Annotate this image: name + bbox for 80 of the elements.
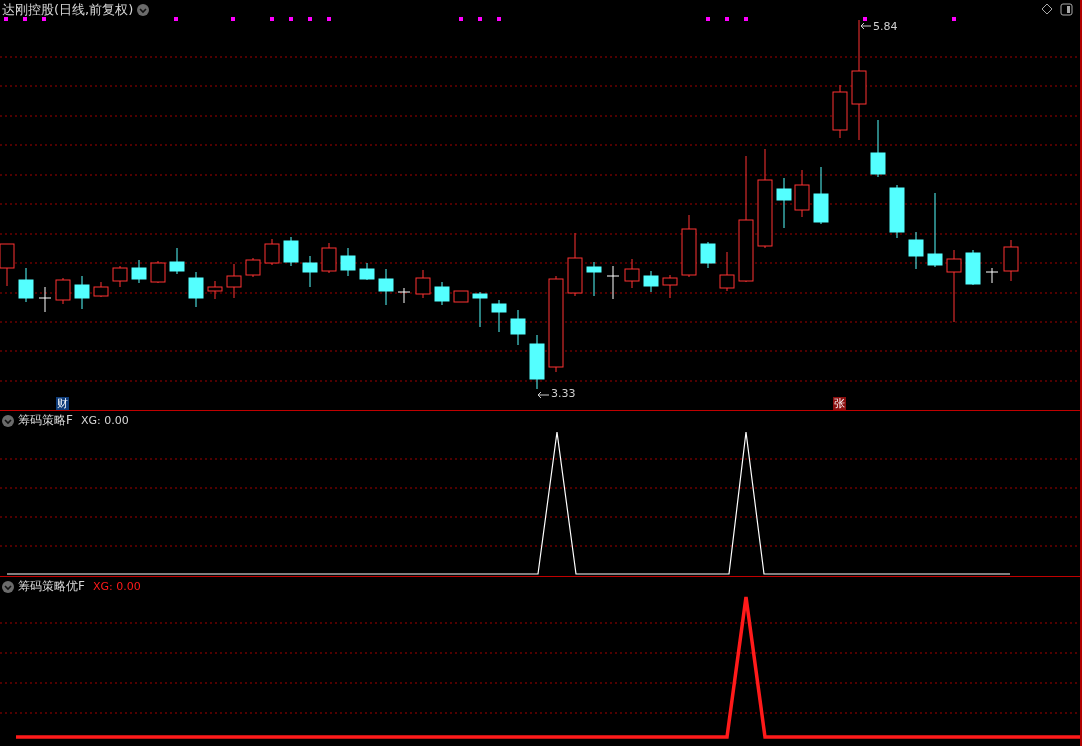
signal-marker [289,17,293,21]
signal-marker [952,17,956,21]
indicator-name: 筹码策略优F [18,579,85,594]
candlestick [529,334,545,390]
candlestick [681,214,697,278]
signal-marker [308,17,312,21]
leader-line [860,22,872,30]
candlestick [378,268,394,306]
candlestick [624,258,640,289]
event-badge[interactable]: 财 [56,397,69,410]
signal-marker [459,17,463,21]
candlestick [245,257,261,278]
diamond-icon[interactable] [1041,3,1053,15]
candlestick [965,249,981,286]
candlestick [264,238,280,266]
candlestick [74,275,90,310]
candlestick [453,290,469,303]
signal-marker [231,17,235,21]
candlestick [18,267,34,303]
candlestick [131,259,147,284]
signal-marker [725,17,729,21]
chart-title: 达刚控股(日线,前复权) [2,2,134,18]
candlestick [397,287,411,304]
candlestick [586,261,602,297]
signal-marker [706,17,710,21]
candlestick [794,169,810,218]
signal-marker [270,17,274,21]
price-label: 5.84 [873,20,898,33]
candlestick [832,84,848,139]
indicator-name: 筹码策略F [18,413,73,428]
candlestick [472,291,488,328]
signal-marker [327,17,331,21]
candlestick [567,232,583,297]
candlestick [434,281,450,306]
candlestick [207,280,223,300]
signal-marker [478,17,482,21]
leader-line [537,391,550,399]
candlestick [226,263,242,299]
candlestick [491,299,507,333]
candlestick [188,271,204,308]
candlestick [321,242,337,274]
candlestick [719,251,735,292]
candlestick [38,286,52,313]
panel-toggle-icon[interactable] [1060,3,1073,16]
candlestick [415,269,431,299]
price-label: 3.33 [551,387,576,400]
signal-marker [744,17,748,21]
candlestick [776,177,792,229]
event-badge[interactable]: 张 [833,397,846,410]
candlestick [510,309,526,346]
candlestick [908,231,924,270]
signal-marker [4,17,8,21]
candlestick [112,265,128,288]
indicator-reading: XG: 0.00 [80,413,129,428]
candlestick [302,255,318,288]
candlestick [813,166,829,225]
indicator-reading: XG: 0.00 [92,579,141,594]
candlestick [643,270,659,293]
candlestick [889,184,905,239]
candlestick [662,274,678,299]
candlestick [93,281,109,298]
signal-marker [23,17,27,21]
candlestick [700,241,716,269]
candlestick [340,247,356,277]
signal-marker [863,17,867,21]
candlestick [283,236,299,267]
candlestick [985,267,999,284]
dropdown-icon[interactable] [2,414,14,427]
signal-marker [174,17,178,21]
dropdown-icon[interactable] [137,4,150,16]
candlestick [870,119,886,178]
candlestick [359,262,375,281]
dropdown-icon[interactable] [2,580,14,593]
candlestick [169,247,185,275]
candlestick [55,277,71,305]
candlestick [1003,239,1019,282]
signal-marker [497,17,501,21]
candlestick [606,265,620,300]
candlestick [150,260,166,284]
signal-marker [42,17,46,21]
